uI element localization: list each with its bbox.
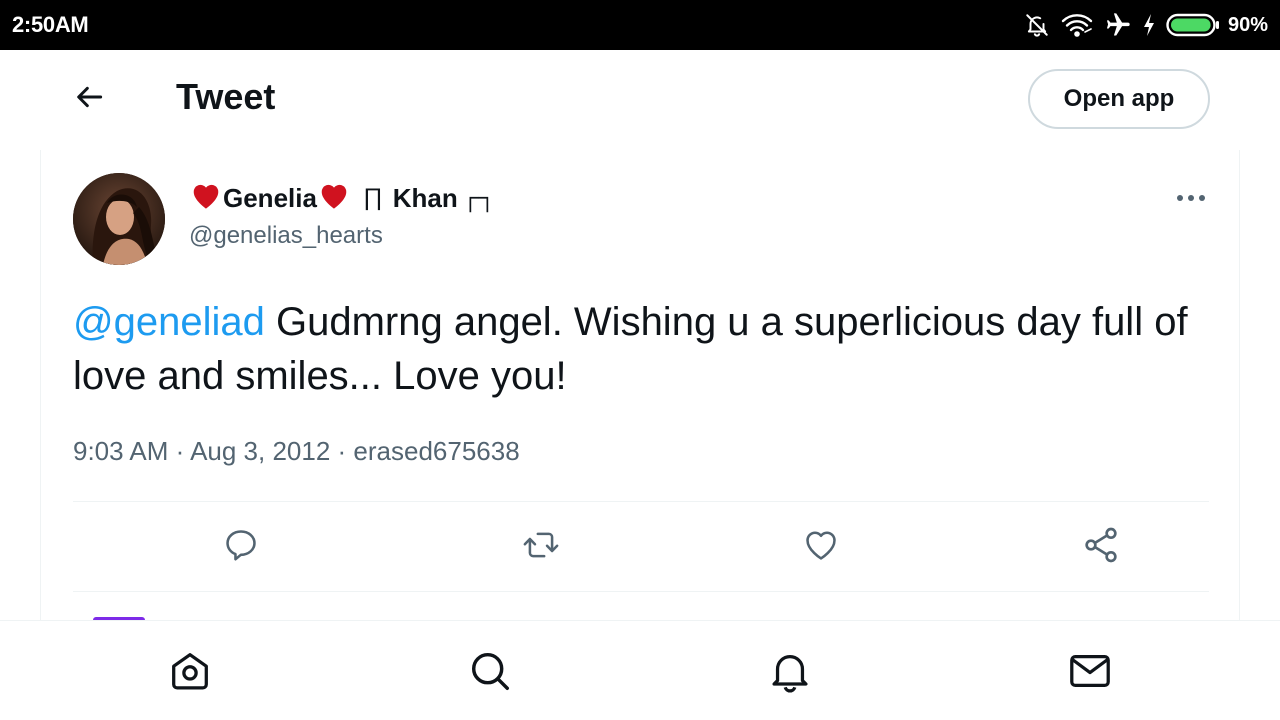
top-app-bar: Tweet Open app	[0, 50, 1280, 148]
nav-notifications[interactable]	[766, 649, 814, 697]
home-icon	[167, 648, 213, 699]
bottom-navigation	[0, 620, 1280, 720]
mention-link[interactable]: @geneliad	[73, 300, 265, 344]
share-icon	[1081, 525, 1121, 570]
more-options-button[interactable]	[1171, 186, 1211, 210]
avatar[interactable]	[73, 173, 165, 265]
back-arrow-icon	[74, 81, 106, 118]
reply-button[interactable]	[219, 525, 263, 569]
display-name-symbol: ┌┐	[461, 184, 496, 211]
tweet-actions	[73, 502, 1209, 590]
tweet-text: @geneliad Gudmrng angel. Wishing u a sup…	[73, 295, 1213, 403]
search-icon	[467, 648, 513, 699]
reply-icon	[222, 526, 260, 569]
airplane-icon	[1104, 11, 1132, 39]
share-button[interactable]	[1079, 525, 1123, 569]
tweet-metadata: 9:03 AM · Aug 3, 2012 · erased675638	[73, 436, 520, 466]
back-button[interactable]	[62, 74, 118, 124]
like-heart-icon	[801, 526, 841, 569]
retweet-icon	[520, 526, 562, 569]
user-handle[interactable]: @genelias_hearts	[189, 222, 383, 250]
like-button[interactable]	[799, 525, 843, 569]
open-app-button[interactable]: Open app	[1028, 69, 1210, 129]
status-bar: 2:50AM 90%	[0, 0, 1280, 50]
display-name[interactable]: Genelia ∏ Khan ┌┐	[189, 180, 500, 216]
heart-emoji-icon	[317, 180, 351, 216]
charging-bolt-icon	[1142, 13, 1156, 37]
divider	[73, 591, 1209, 592]
status-icons: 90%	[1024, 9, 1268, 41]
heart-emoji-icon	[189, 180, 223, 216]
nav-search[interactable]	[466, 649, 514, 697]
wifi-icon	[1060, 12, 1094, 38]
display-name-first: Genelia	[223, 182, 317, 213]
battery-icon	[1166, 12, 1220, 38]
tweet-card: Genelia ∏ Khan ┌┐ @genelias_hearts @gene…	[40, 150, 1240, 620]
page-title: Tweet	[176, 76, 276, 117]
nav-messages[interactable]	[1066, 649, 1114, 697]
notifications-bell-icon	[767, 648, 813, 699]
status-time: 2:50AM	[12, 12, 89, 37]
bell-off-icon	[1024, 12, 1050, 38]
more-dots-icon	[1176, 189, 1206, 207]
nav-home[interactable]	[166, 649, 214, 697]
display-name-symbol: ∏	[362, 184, 383, 211]
messages-envelope-icon	[1067, 648, 1113, 699]
display-name-last: Khan	[392, 182, 458, 213]
retweet-button[interactable]	[519, 525, 563, 569]
battery-percent: 90%	[1227, 13, 1268, 36]
